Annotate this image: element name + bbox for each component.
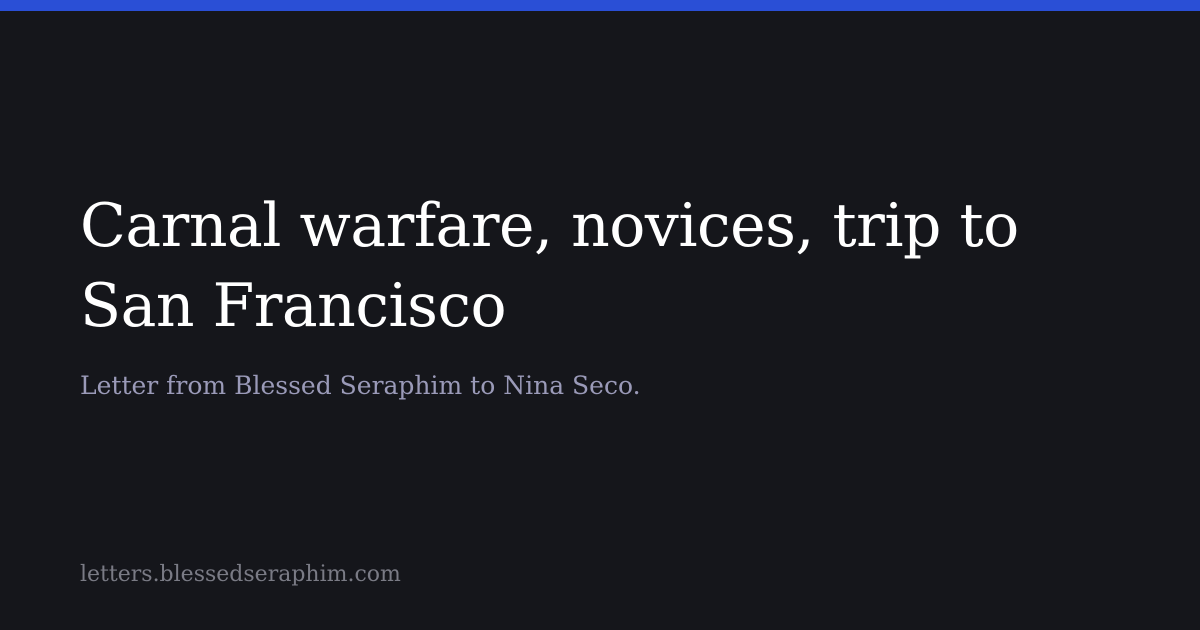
card-title: Carnal warfare, novices, trip to San Fra… [80, 191, 1019, 341]
social-card: Carnal warfare, novices, trip to San Fra… [0, 0, 1200, 630]
site-domain: letters.blessedseraphim.com [80, 562, 401, 587]
card-subtitle: Letter from Blessed Seraphim to Nina Sec… [80, 371, 641, 400]
accent-bar [0, 0, 1200, 11]
